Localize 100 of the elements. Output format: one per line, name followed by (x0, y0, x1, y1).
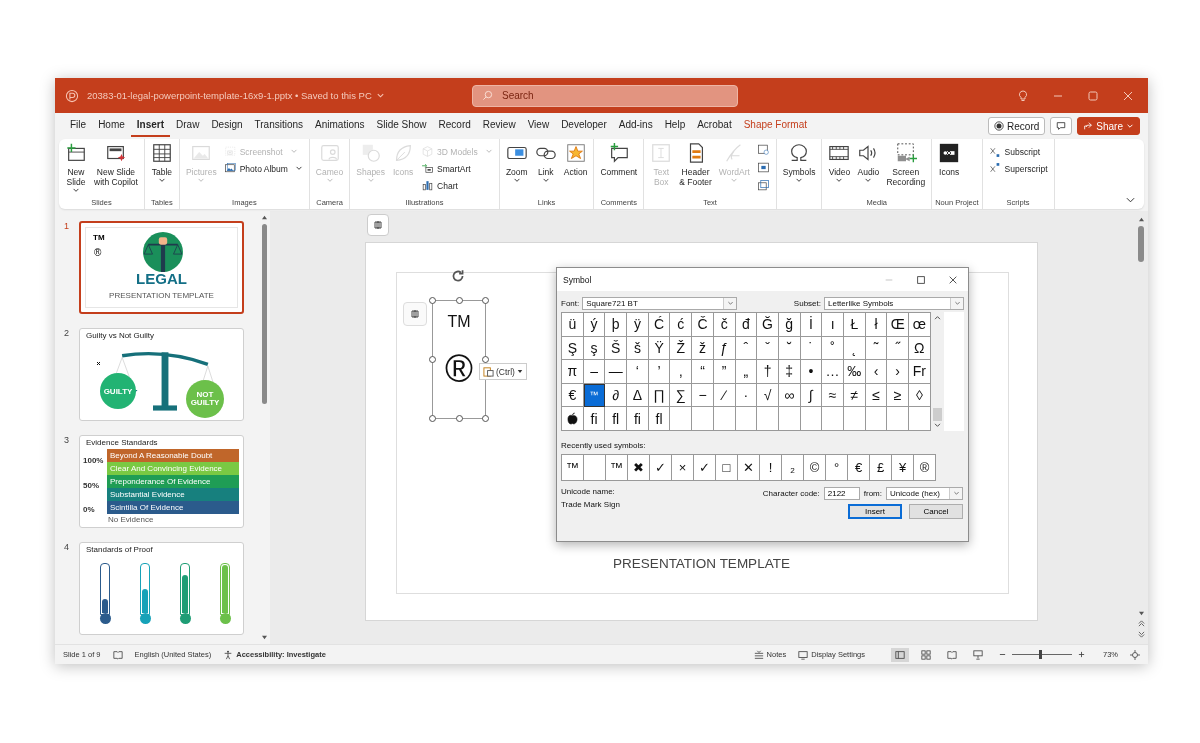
fit-to-window-icon[interactable] (1130, 649, 1140, 660)
symbol-cell[interactable]: “ (692, 360, 714, 384)
symbol-cell[interactable] (757, 407, 779, 431)
symbol-cell[interactable]: þ (605, 313, 628, 337)
scrollbar-thumb[interactable] (1138, 226, 1144, 262)
ribbon-button[interactable]: Comment (597, 142, 641, 177)
ribbon-tab[interactable]: Developer (555, 115, 613, 137)
ribbon-tab[interactable]: Acrobat (691, 115, 738, 137)
book-icon[interactable] (112, 649, 123, 660)
caret-icon[interactable] (375, 91, 385, 100)
slide-thumbnail[interactable]: TM ® LEGAL PRESENTATION TEMPLATE (79, 221, 244, 314)
view-button[interactable] (891, 647, 909, 662)
ribbon-tab[interactable]: File (64, 115, 93, 137)
symbol-cell[interactable]: ć (670, 313, 693, 337)
symbol-cell[interactable]: „ (735, 360, 758, 384)
symbol-cell[interactable]: › (887, 360, 909, 384)
search-field[interactable]: Search (472, 84, 738, 107)
scroll-up-icon[interactable] (933, 315, 941, 320)
share-button[interactable]: Share (1077, 117, 1140, 135)
symbol-cell[interactable]: † (757, 360, 779, 384)
symbol-cell[interactable]: Š (605, 336, 628, 361)
dialog-button[interactable]: Cancel (909, 503, 963, 519)
symbol-cell[interactable]: fi (627, 407, 649, 431)
recent-symbol[interactable]: □ (716, 454, 738, 481)
symbol-cell[interactable]: ◊ (909, 383, 931, 408)
ribbon-button[interactable]: Table (147, 142, 176, 183)
ribbon-button[interactable]: Video (825, 142, 854, 183)
symbol-cell[interactable]: ‡ (778, 360, 801, 384)
ribbon-tab[interactable]: Home (92, 115, 131, 137)
symbol-cell[interactable]: ’ (648, 360, 671, 384)
zoom-slider-thumb[interactable] (1039, 650, 1042, 659)
symbol-cell[interactable]: ł (865, 313, 888, 337)
slide-thumbnail[interactable]: Guilty vs Not Guilty GUILTY NOT GUILTY (79, 328, 244, 421)
copilot-button[interactable] (367, 214, 389, 236)
recent-symbol[interactable]: ° (826, 454, 848, 481)
symbol-cell[interactable] (713, 407, 736, 431)
scroll-down-icon[interactable] (933, 422, 941, 428)
symbol-cell[interactable]: … (822, 360, 844, 384)
recent-symbol[interactable]: £ (870, 454, 892, 481)
ribbon-button[interactable]: Screen Recording (883, 142, 929, 187)
recent-symbol[interactable]: ✖ (628, 454, 650, 481)
ribbon-button[interactable]: Audio (854, 142, 883, 183)
symbol-cell[interactable] (778, 407, 801, 431)
symbol-cell[interactable]: Ğ (757, 313, 779, 337)
scrollbar-thumb[interactable] (932, 407, 942, 421)
symbol-cell[interactable]: ≥ (887, 383, 909, 408)
ribbon-button[interactable]: Link (531, 142, 560, 183)
recent-symbol[interactable]: ✓ (650, 454, 672, 481)
copilot-button[interactable] (403, 302, 427, 326)
recent-symbol[interactable]: ™ (562, 454, 584, 481)
symbol-cell[interactable] (887, 407, 909, 431)
ribbon-button[interactable]: SmartArt (418, 161, 496, 176)
ribbon-tab[interactable]: Design (205, 115, 249, 137)
symbol-cell[interactable]: ≈ (822, 383, 844, 408)
symbol-cell[interactable]: ” (713, 360, 736, 384)
scroll-down-icon[interactable] (1137, 611, 1145, 616)
symbol-cell[interactable]: œ (909, 313, 931, 337)
slide-thumbnail[interactable]: Evidence Standards 100% 50% 0% Beyond A Reasonable Doubt Clear And Convincing Evidence Preponderance Of Evidence Substantial Evidence Scintilla Of Evidence No Evidence (79, 435, 244, 528)
symbol-cell[interactable]: ‹ (865, 360, 888, 384)
symbol-cell[interactable]: Ş (562, 336, 584, 361)
symbol-cell[interactable]: – (583, 360, 606, 384)
recent-symbol[interactable]: ₂ (782, 454, 804, 481)
symbol-cell[interactable]: ž (692, 336, 714, 361)
symbol-cell[interactable]: — (605, 360, 628, 384)
font-dropdown[interactable]: Square721 BT (582, 297, 738, 310)
ribbon-button[interactable]: Header & Footer (676, 142, 715, 187)
ribbon-button[interactable]: Symbols (779, 142, 819, 183)
ribbon-tab[interactable]: Help (658, 115, 692, 137)
scroll-up-icon[interactable] (260, 215, 268, 220)
ribbon-tab[interactable]: Transitions (248, 115, 310, 137)
recent-symbol[interactable] (584, 454, 606, 481)
symbol-cell[interactable] (822, 407, 844, 431)
maximize-icon[interactable] (1087, 89, 1099, 102)
comments-button[interactable] (1050, 117, 1073, 135)
symbol-cell[interactable]: ğ (778, 313, 801, 337)
symbol-cell[interactable] (692, 407, 714, 431)
symbol-cell[interactable]: Ć (648, 313, 671, 337)
symbol-cell[interactable]: ∂ (605, 383, 628, 408)
recent-symbol[interactable]: ¥ (892, 454, 914, 481)
ribbon-tab[interactable]: Add-ins (612, 115, 659, 137)
symbol-cell[interactable]: € (562, 383, 584, 408)
symbol-cell[interactable]: Ω (909, 336, 931, 361)
zoom-in-icon[interactable] (1078, 651, 1085, 658)
symbol-cell[interactable] (865, 407, 888, 431)
from-dropdown[interactable]: Unicode (hex) (886, 486, 963, 500)
character-code-field[interactable]: 2122 (823, 486, 860, 500)
recent-symbol[interactable]: × (672, 454, 694, 481)
ribbon-tab[interactable]: Insert (130, 115, 171, 137)
ribbon-tab[interactable]: Slide Show (370, 115, 433, 137)
recent-symbol[interactable]: ® (914, 454, 936, 481)
symbol-cell[interactable] (800, 407, 823, 431)
rotate-handle-icon[interactable] (450, 268, 466, 284)
symbol-cell[interactable]: š (627, 336, 649, 361)
symbol-cell[interactable]: ‘ (627, 360, 649, 384)
symbol-cell[interactable] (909, 407, 931, 431)
symbol-cell[interactable] (735, 407, 758, 431)
recent-symbol[interactable]: ✓ (694, 454, 716, 481)
ribbon-button[interactable]: Chart (418, 178, 496, 193)
symbol-cell[interactable] (843, 407, 866, 431)
recent-symbol[interactable]: © (804, 454, 826, 481)
